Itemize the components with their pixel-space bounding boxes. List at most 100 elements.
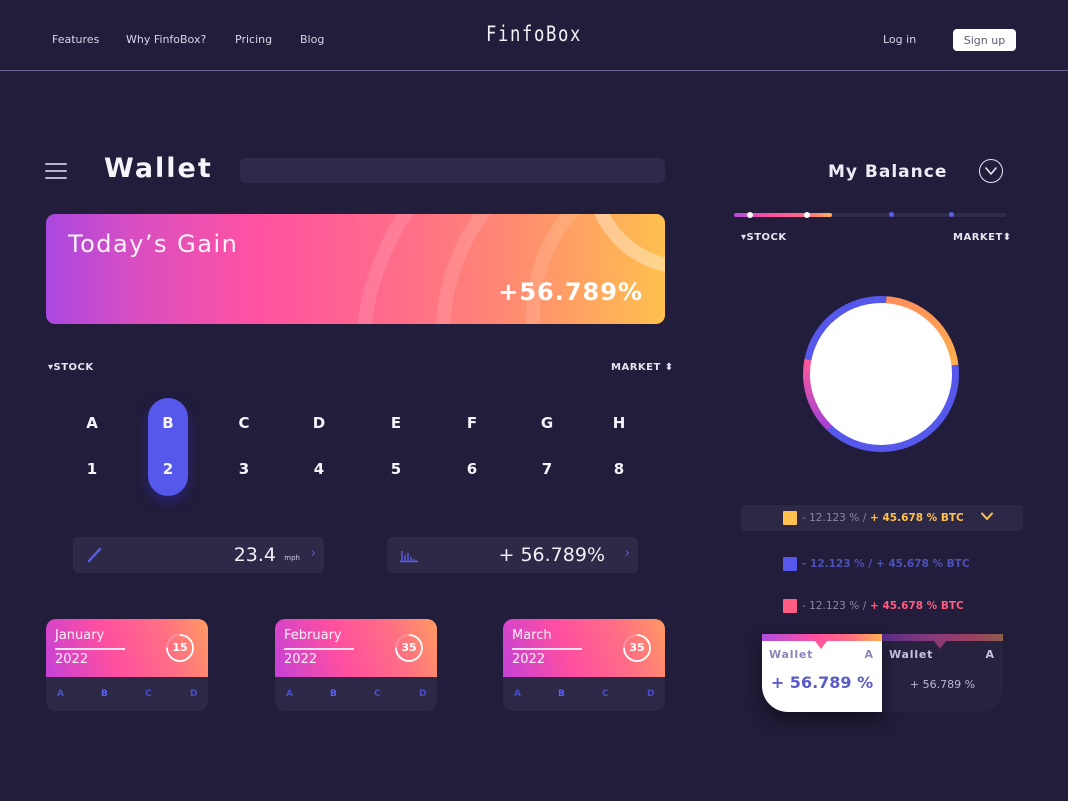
login-link[interactable]: Log in bbox=[883, 33, 916, 46]
wallet-tab-value: + 56.789 % bbox=[909, 678, 976, 691]
wallet-tab-tag: A bbox=[985, 648, 994, 661]
column-option[interactable]: D 4 bbox=[299, 398, 339, 496]
chevron-down-icon bbox=[985, 167, 997, 175]
option-c[interactable]: C bbox=[602, 689, 609, 699]
slider-knob[interactable] bbox=[747, 212, 754, 218]
month-count: 35 bbox=[401, 641, 417, 654]
option-b[interactable]: B bbox=[330, 689, 337, 699]
column-option[interactable]: C 3 bbox=[224, 398, 264, 496]
legend-swatch bbox=[783, 599, 797, 613]
column-option[interactable]: H 8 bbox=[599, 398, 639, 496]
search-input[interactable] bbox=[240, 158, 665, 183]
legend-row-btc-pink[interactable]: - 12.123 % / + 45.678 % BTC bbox=[741, 593, 1023, 619]
option-b[interactable]: B bbox=[101, 689, 108, 699]
month-card-march[interactable]: March 2022 35 A B C D bbox=[503, 619, 665, 711]
month-year: 2022 bbox=[284, 652, 318, 667]
legend-negative: - 12.123 % bbox=[802, 558, 865, 570]
balance-market-toggle[interactable]: MARKET⬍ bbox=[953, 232, 1012, 243]
slider-knob[interactable] bbox=[804, 212, 811, 218]
pencil-icon bbox=[87, 547, 102, 563]
speed-metric[interactable]: 23.4 mph › bbox=[73, 537, 324, 573]
chevron-down-circle-icon[interactable] bbox=[979, 159, 1003, 183]
option-a[interactable]: A bbox=[57, 689, 64, 699]
wallet-tab-label: Wallet bbox=[889, 648, 934, 661]
month-count: 35 bbox=[629, 641, 645, 654]
column-letter: A bbox=[86, 414, 98, 432]
signup-button[interactable]: Sign up bbox=[953, 29, 1016, 51]
column-option[interactable]: E 5 bbox=[376, 398, 416, 496]
menu-line bbox=[45, 177, 67, 179]
legend-positive: + 45.678 % BTC bbox=[870, 512, 964, 524]
menu-line bbox=[45, 163, 67, 165]
top-nav: Features Why FinfoBox? Pricing Blog Finf… bbox=[0, 0, 1068, 71]
chevron-right-icon: › bbox=[624, 546, 630, 561]
gain-value: +56.789% bbox=[498, 278, 643, 306]
column-letter: B bbox=[162, 414, 174, 432]
column-letter: F bbox=[466, 414, 478, 432]
legend-negative: - 12.123 % bbox=[802, 600, 860, 612]
legend-text: - 12.123 % / + 45.678 % BTC bbox=[802, 512, 964, 524]
month-name: February bbox=[284, 628, 342, 643]
todays-gain-card: Today’s Gain +56.789% bbox=[46, 214, 665, 324]
column-option[interactable]: A 1 bbox=[72, 398, 112, 496]
legend-positive: + 45.678 % BTC bbox=[875, 558, 970, 570]
option-b[interactable]: B bbox=[558, 689, 565, 699]
legend-separator: / bbox=[862, 512, 867, 524]
column-number: 4 bbox=[313, 460, 325, 478]
legend-text: - 12.123 % / + 45.678 % BTC bbox=[802, 558, 970, 570]
chevron-right-icon: › bbox=[310, 546, 316, 561]
option-d[interactable]: D bbox=[419, 689, 426, 699]
legend-row-btc-blue[interactable]: - 12.123 % / + 45.678 % BTC bbox=[741, 551, 1023, 577]
percent-metric[interactable]: + 56.789% › bbox=[387, 537, 638, 573]
nav-link-features[interactable]: Features bbox=[52, 33, 99, 46]
option-c[interactable]: C bbox=[374, 689, 381, 699]
column-letter: D bbox=[312, 414, 326, 432]
menu-icon[interactable] bbox=[45, 163, 67, 180]
option-a[interactable]: A bbox=[286, 689, 293, 699]
balance-title: My Balance bbox=[828, 162, 948, 182]
wallet-tab-label: Wallet bbox=[769, 648, 814, 661]
chevron-down-icon[interactable] bbox=[981, 510, 993, 524]
option-d[interactable]: D bbox=[190, 689, 197, 699]
logo[interactable]: FinfoBox bbox=[96, 22, 972, 46]
month-card-january[interactable]: January 2022 15 A B C D bbox=[46, 619, 208, 711]
column-number: 2 bbox=[162, 460, 174, 478]
tab-notch bbox=[934, 641, 946, 649]
month-card-header: February 2022 35 bbox=[275, 619, 437, 677]
wallet-tab-value: + 56.789 % bbox=[770, 673, 874, 692]
month-name: March bbox=[512, 628, 552, 643]
legend-positive: + 45.678 % BTC bbox=[870, 600, 964, 612]
legend-row-btc-yellow[interactable]: - 12.123 % / + 45.678 % BTC bbox=[741, 505, 1023, 531]
option-c[interactable]: C bbox=[145, 689, 152, 699]
stock-column-selector: A 1 B 2 C 3 D 4 E 5 F 6 G 7 H 8 bbox=[54, 398, 654, 498]
column-letter: H bbox=[612, 414, 626, 432]
column-option[interactable]: G 7 bbox=[527, 398, 567, 496]
speed-value: 23.4 bbox=[233, 544, 276, 566]
stock-sort-dropdown[interactable]: ▾STOCK bbox=[48, 362, 94, 373]
option-d[interactable]: D bbox=[647, 689, 654, 699]
month-count: 15 bbox=[172, 641, 188, 654]
legend-swatch bbox=[783, 511, 797, 525]
legend-negative: - 12.123 % bbox=[802, 512, 860, 524]
tab-notch bbox=[815, 641, 827, 649]
column-option-active[interactable]: B 2 bbox=[148, 398, 188, 496]
market-sort-toggle[interactable]: MARKET ⬍ bbox=[611, 362, 674, 373]
wallet-tab-tag: A bbox=[864, 648, 873, 661]
option-a[interactable]: A bbox=[514, 689, 521, 699]
speed-unit: mph bbox=[284, 554, 300, 562]
month-card-february[interactable]: February 2022 35 A B C D bbox=[275, 619, 437, 711]
legend-swatch bbox=[783, 557, 797, 571]
month-card-header: January 2022 15 bbox=[46, 619, 208, 677]
column-number: 3 bbox=[238, 460, 250, 478]
balance-stock-dropdown[interactable]: ▾STOCK bbox=[741, 232, 787, 243]
divider bbox=[512, 648, 582, 650]
legend-text: - 12.123 % / + 45.678 % BTC bbox=[802, 600, 964, 612]
column-number: 8 bbox=[613, 460, 625, 478]
legend-separator: / bbox=[868, 558, 873, 570]
wallet-tab-active[interactable]: Wallet A + 56.789 % bbox=[762, 634, 882, 712]
wallet-tab-secondary[interactable]: Wallet A + 56.789 % bbox=[882, 634, 1003, 712]
legend-separator: / bbox=[862, 600, 867, 612]
page-title: Wallet bbox=[104, 153, 213, 184]
balance-range-slider[interactable] bbox=[734, 212, 1006, 218]
column-option[interactable]: F 6 bbox=[452, 398, 492, 496]
